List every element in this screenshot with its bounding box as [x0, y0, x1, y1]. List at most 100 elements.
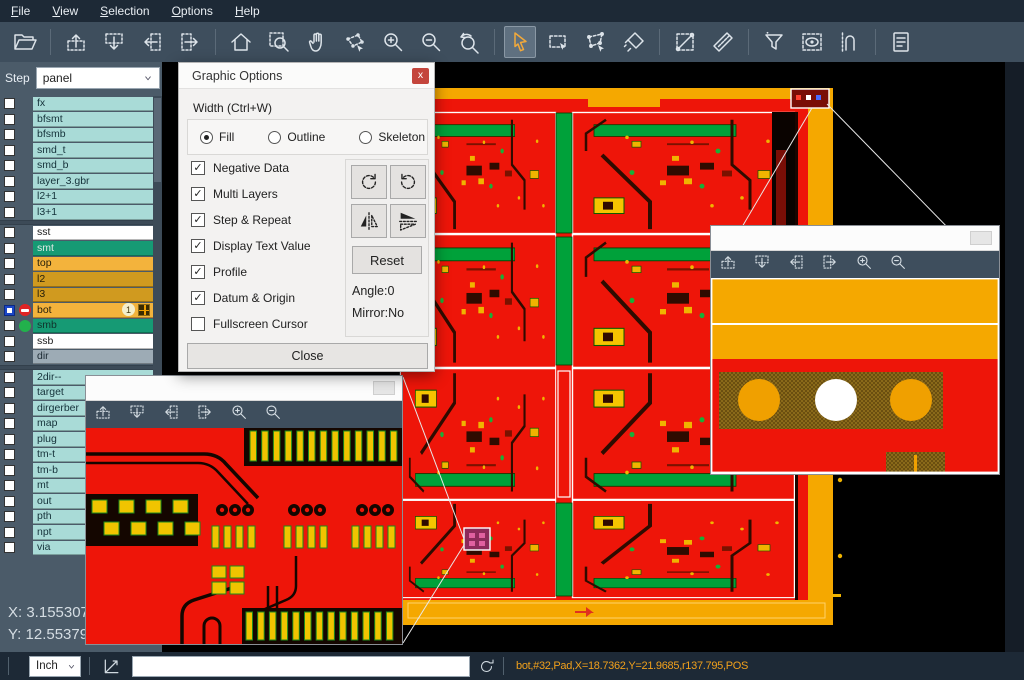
- layer-label[interactable]: bfsmb: [33, 128, 153, 143]
- layer-row-smb[interactable]: smb: [0, 318, 153, 334]
- magnifier-tool-zoom-in[interactable]: [230, 403, 248, 426]
- menu-view[interactable]: View: [41, 0, 89, 22]
- reset-button[interactable]: Reset: [352, 246, 422, 274]
- step-dropdown[interactable]: panel: [36, 67, 160, 89]
- tool-zoom-out[interactable]: [415, 26, 447, 58]
- layer-label[interactable]: l3+1: [33, 205, 153, 220]
- layer-checkbox[interactable]: [4, 274, 15, 285]
- layer-checkbox[interactable]: [4, 114, 15, 125]
- layer-label[interactable]: l3: [33, 288, 153, 303]
- layer-checkbox[interactable]: [4, 465, 15, 476]
- layer-row-smd_t[interactable]: smd_t: [0, 143, 153, 159]
- magnifier-tool-shift-left[interactable]: [162, 403, 180, 426]
- magnifier-titlebar[interactable]: [86, 376, 402, 401]
- layer-label[interactable]: sst: [33, 226, 153, 241]
- layer-label[interactable]: smt: [33, 241, 153, 256]
- tool-zoom-previous[interactable]: [453, 26, 485, 58]
- layer-row-fx[interactable]: fx: [0, 96, 153, 112]
- tool-drag-view[interactable]: [339, 26, 371, 58]
- flip-vertical-button[interactable]: [390, 204, 426, 238]
- magnifier-tool-zoom-in[interactable]: [855, 253, 873, 276]
- rotate-ccw-button[interactable]: [390, 165, 426, 199]
- magnifier-tool-shift-up[interactable]: [94, 403, 112, 426]
- menu-file[interactable]: File: [0, 0, 41, 22]
- magnifier-tool-shift-right[interactable]: [196, 403, 214, 426]
- layer-checkbox[interactable]: [4, 289, 15, 300]
- tool-snap[interactable]: [834, 26, 866, 58]
- tool-poly-select[interactable]: [580, 26, 612, 58]
- checkbox-profile[interactable]: ✓Profile: [187, 259, 311, 285]
- layer-checkbox[interactable]: [4, 449, 15, 460]
- layer-label[interactable]: dir: [33, 350, 153, 365]
- layer-row-l2+1[interactable]: l2+1: [0, 189, 153, 205]
- layer-label[interactable]: smd_t: [33, 143, 153, 158]
- layer-checkbox[interactable]: [4, 527, 15, 538]
- layer-checkbox[interactable]: [4, 418, 15, 429]
- layer-checkbox[interactable]: [4, 129, 15, 140]
- layer-label[interactable]: layer_3.gbr: [33, 174, 153, 189]
- angle-measure-icon[interactable]: [102, 656, 122, 676]
- menu-help[interactable]: Help: [224, 0, 271, 22]
- layer-row-top[interactable]: top: [0, 256, 153, 272]
- layer-checkbox[interactable]: [4, 542, 15, 553]
- close-button[interactable]: Close: [187, 343, 428, 369]
- flip-horizontal-button[interactable]: [351, 204, 387, 238]
- layer-row-sst[interactable]: sst: [0, 225, 153, 241]
- layer-row-l2[interactable]: l2: [0, 272, 153, 288]
- unit-select[interactable]: Inch: [29, 656, 81, 677]
- layer-checkbox[interactable]: [4, 191, 15, 202]
- magnifier-tool-zoom-out[interactable]: [889, 253, 907, 276]
- checkbox-datum-origin[interactable]: ✓Datum & Origin: [187, 285, 311, 311]
- refresh-icon[interactable]: [478, 658, 495, 675]
- window-button[interactable]: [373, 381, 395, 395]
- layer-checkbox[interactable]: [4, 387, 15, 398]
- tool-report[interactable]: [885, 26, 917, 58]
- layer-row-ssb[interactable]: ssb: [0, 334, 153, 350]
- layer-checkbox[interactable]: [4, 372, 15, 383]
- tool-zoom-window[interactable]: [263, 26, 295, 58]
- tool-pan[interactable]: [301, 26, 333, 58]
- layer-checkbox[interactable]: [4, 258, 15, 269]
- layer-checkbox[interactable]: [4, 207, 15, 218]
- layer-checkbox[interactable]: [4, 145, 15, 156]
- magnifier-tool-shift-left[interactable]: [787, 253, 805, 276]
- layer-checkbox[interactable]: [4, 351, 15, 362]
- layer-label[interactable]: smb: [33, 319, 153, 334]
- layer-label[interactable]: fx: [33, 97, 153, 112]
- tool-select[interactable]: [504, 26, 536, 58]
- tool-rect-select[interactable]: [542, 26, 574, 58]
- radio-outline[interactable]: Outline: [268, 130, 325, 144]
- window-button[interactable]: [970, 231, 992, 245]
- layer-checkbox[interactable]: [4, 227, 15, 238]
- tool-shift-down[interactable]: [98, 26, 130, 58]
- layer-row-bfsmb[interactable]: bfsmb: [0, 127, 153, 143]
- menu-options[interactable]: Options: [161, 0, 224, 22]
- menu-selection[interactable]: Selection: [89, 0, 160, 22]
- checkbox-multi-layers[interactable]: ✓Multi Layers: [187, 181, 311, 207]
- layer-checkbox[interactable]: [4, 320, 15, 331]
- tool-open-file[interactable]: [9, 26, 41, 58]
- magnifier-tool-shift-down[interactable]: [128, 403, 146, 426]
- layer-checkbox[interactable]: [4, 243, 15, 254]
- layer-checkbox[interactable]: [4, 480, 15, 491]
- layer-label[interactable]: top: [33, 257, 153, 272]
- magnifier-tool-zoom-out[interactable]: [264, 403, 282, 426]
- tool-home-view[interactable]: [225, 26, 257, 58]
- layer-row-smd_b[interactable]: smd_b: [0, 158, 153, 174]
- tool-zoom-in[interactable]: [377, 26, 409, 58]
- rotate-cw-button[interactable]: [351, 165, 387, 199]
- command-input[interactable]: [132, 656, 470, 677]
- layer-checkbox[interactable]: [4, 176, 15, 187]
- checkbox-negative-data[interactable]: ✓Negative Data: [187, 155, 311, 181]
- tool-shift-left[interactable]: [136, 26, 168, 58]
- layer-label[interactable]: bot1: [33, 303, 153, 318]
- layer-label[interactable]: l2+1: [33, 190, 153, 205]
- layer-checkbox[interactable]: [4, 434, 15, 445]
- dialog-close-button[interactable]: x: [412, 68, 429, 84]
- tool-filter[interactable]: [758, 26, 790, 58]
- radio-skeleton[interactable]: Skeleton: [359, 130, 425, 144]
- layer-checkbox[interactable]: [4, 98, 15, 109]
- layer-label[interactable]: bfsmt: [33, 112, 153, 127]
- magnifier-tool-shift-down[interactable]: [753, 253, 771, 276]
- layer-checkbox[interactable]: [4, 403, 15, 414]
